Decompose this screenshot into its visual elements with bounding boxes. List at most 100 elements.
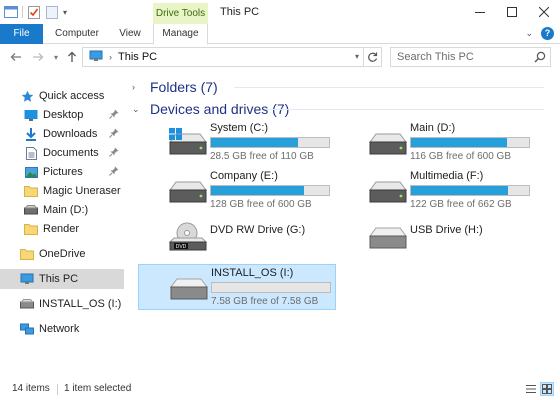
- breadcrumb-this-pc[interactable]: This PC: [118, 51, 157, 63]
- usb-drive-icon: [167, 273, 209, 305]
- customize-toolbar-dropdown-icon[interactable]: ▾: [63, 8, 67, 17]
- maximize-button[interactable]: [496, 0, 528, 24]
- toolbar-separator: [22, 6, 23, 18]
- help-icon[interactable]: ?: [541, 27, 554, 40]
- nav-item-this-pc[interactable]: This PC: [0, 269, 124, 289]
- nav-item-label: Quick access: [39, 90, 105, 102]
- new-folder-icon[interactable]: [45, 5, 59, 19]
- documents-folder-icon: [24, 146, 38, 160]
- tab-view[interactable]: View: [114, 24, 146, 44]
- drive-multimedia-f[interactable]: Multimedia (F:) 122 GB free of 662 GB: [338, 168, 534, 212]
- status-separator: [57, 384, 58, 395]
- drive-install-os-i[interactable]: INSTALL_OS (I:) 7.58 GB free of 7.58 GB: [138, 264, 336, 310]
- view-switcher: [524, 382, 554, 396]
- drive-usage-bar: [210, 185, 330, 196]
- drive-icon: [24, 203, 38, 217]
- nav-item-downloads[interactable]: Downloads: [0, 124, 124, 144]
- drive-main-d[interactable]: Main (D:) 116 GB free of 600 GB: [338, 120, 534, 164]
- drive-name: Company (E:): [210, 170, 278, 182]
- nav-item-documents[interactable]: Documents: [0, 143, 124, 163]
- drive-name: USB Drive (H:): [410, 224, 483, 236]
- pictures-folder-icon: [24, 165, 38, 179]
- window-controls: [464, 0, 560, 24]
- address-bar[interactable]: › This PC ▾: [82, 47, 382, 67]
- hard-drive-icon: [166, 176, 208, 208]
- expand-chevron-icon[interactable]: ›: [132, 82, 142, 92]
- onedrive-folder-icon: [20, 247, 34, 261]
- item-count: 14 items: [12, 383, 50, 394]
- group-divider: [266, 109, 544, 110]
- drive-free-space: 7.58 GB free of 7.58 GB: [211, 296, 319, 307]
- details-view-icon: [526, 385, 536, 393]
- drive-name: Multimedia (F:): [410, 170, 484, 182]
- properties-icon[interactable]: [27, 5, 41, 19]
- tiles-view-icon: [542, 384, 552, 394]
- up-arrow-icon: [68, 51, 76, 62]
- nav-item-magic-uneraser[interactable]: Magic Uneraser: [0, 181, 124, 201]
- back-button[interactable]: [8, 49, 24, 65]
- desktop-folder-icon: [24, 108, 38, 122]
- tiles-view-button[interactable]: [540, 382, 554, 396]
- recent-locations-dropdown-icon[interactable]: ▾: [48, 49, 64, 65]
- drive-usage-fill: [411, 138, 507, 147]
- drive-free-space: 122 GB free of 662 GB: [410, 199, 512, 210]
- nav-item-quick-access[interactable]: Quick access: [0, 86, 124, 106]
- close-button[interactable]: [528, 0, 560, 24]
- drive-company-e[interactable]: Company (E:) 128 GB free of 600 GB: [138, 168, 334, 212]
- tab-computer[interactable]: Computer: [52, 24, 102, 44]
- navigation-bar: ▾ › This PC ▾ Search This PC: [0, 44, 560, 70]
- group-divider: [234, 87, 544, 88]
- nav-item-label: Downloads: [43, 128, 98, 140]
- minimize-button[interactable]: [464, 0, 496, 24]
- computer-icon: [20, 272, 34, 286]
- drive-name: INSTALL_OS (I:): [211, 267, 294, 279]
- refresh-button[interactable]: [363, 48, 381, 66]
- computer-icon: [89, 50, 103, 65]
- drive-tools-context-label: Drive Tools: [153, 3, 208, 24]
- nav-item-label: Magic Uneraser: [43, 185, 121, 197]
- dvd-drive-icon: DVD: [166, 222, 208, 254]
- breadcrumb-chevron-icon[interactable]: ›: [109, 52, 112, 62]
- drive-usb-h[interactable]: USB Drive (H:): [338, 218, 534, 262]
- close-icon: [539, 7, 549, 17]
- refresh-icon: [368, 52, 378, 62]
- folder-icon: [24, 222, 38, 236]
- nav-item-label: OneDrive: [39, 248, 86, 260]
- nav-item-install-os[interactable]: INSTALL_OS (I:): [0, 294, 124, 314]
- expand-ribbon-chevron-icon[interactable]: ⌄: [525, 28, 533, 39]
- hard-drive-icon: [366, 176, 408, 208]
- quick-access-toolbar: ▾: [4, 4, 67, 20]
- tab-manage[interactable]: Manage: [153, 24, 208, 45]
- address-dropdown-icon[interactable]: ▾: [355, 52, 359, 61]
- group-header-folders[interactable]: › Folders (7): [132, 78, 218, 96]
- nav-item-label: Network: [39, 323, 80, 335]
- back-arrow-icon: [10, 53, 21, 61]
- pin-icon: [109, 147, 119, 160]
- downloads-folder-icon: [24, 127, 38, 141]
- up-button[interactable]: [64, 49, 80, 65]
- drive-free-space: 116 GB free of 600 GB: [410, 151, 511, 162]
- selection-count: 1 item selected: [64, 383, 132, 394]
- nav-item-render[interactable]: Render: [0, 219, 124, 239]
- vertical-scrollbar[interactable]: [550, 74, 560, 374]
- drive-name: System (C:): [210, 122, 269, 134]
- nav-item-onedrive[interactable]: OneDrive: [0, 244, 124, 264]
- nav-item-pictures[interactable]: Pictures: [0, 162, 124, 182]
- search-icon: [534, 51, 546, 66]
- search-placeholder: Search This PC: [397, 51, 474, 63]
- nav-item-desktop[interactable]: Desktop: [0, 105, 124, 125]
- details-view-button[interactable]: [524, 382, 538, 396]
- drive-name: DVD RW Drive (G:): [210, 224, 306, 236]
- tab-file[interactable]: File: [0, 24, 43, 44]
- forward-button[interactable]: [30, 49, 46, 65]
- group-title-folders: Folders (7): [150, 79, 218, 95]
- collapse-chevron-icon[interactable]: ⌄: [132, 104, 142, 115]
- drive-dvd-g[interactable]: DVD DVD RW Drive (G:): [138, 218, 334, 262]
- nav-item-main-d[interactable]: Main (D:): [0, 200, 124, 220]
- drive-usage-fill: [411, 186, 508, 195]
- drive-system-c[interactable]: System (C:) 28.5 GB free of 110 GB: [138, 120, 334, 164]
- star-icon: [20, 89, 34, 103]
- drive-name: Main (D:): [410, 122, 456, 134]
- nav-item-network[interactable]: Network: [0, 319, 124, 339]
- search-box[interactable]: Search This PC: [390, 47, 551, 67]
